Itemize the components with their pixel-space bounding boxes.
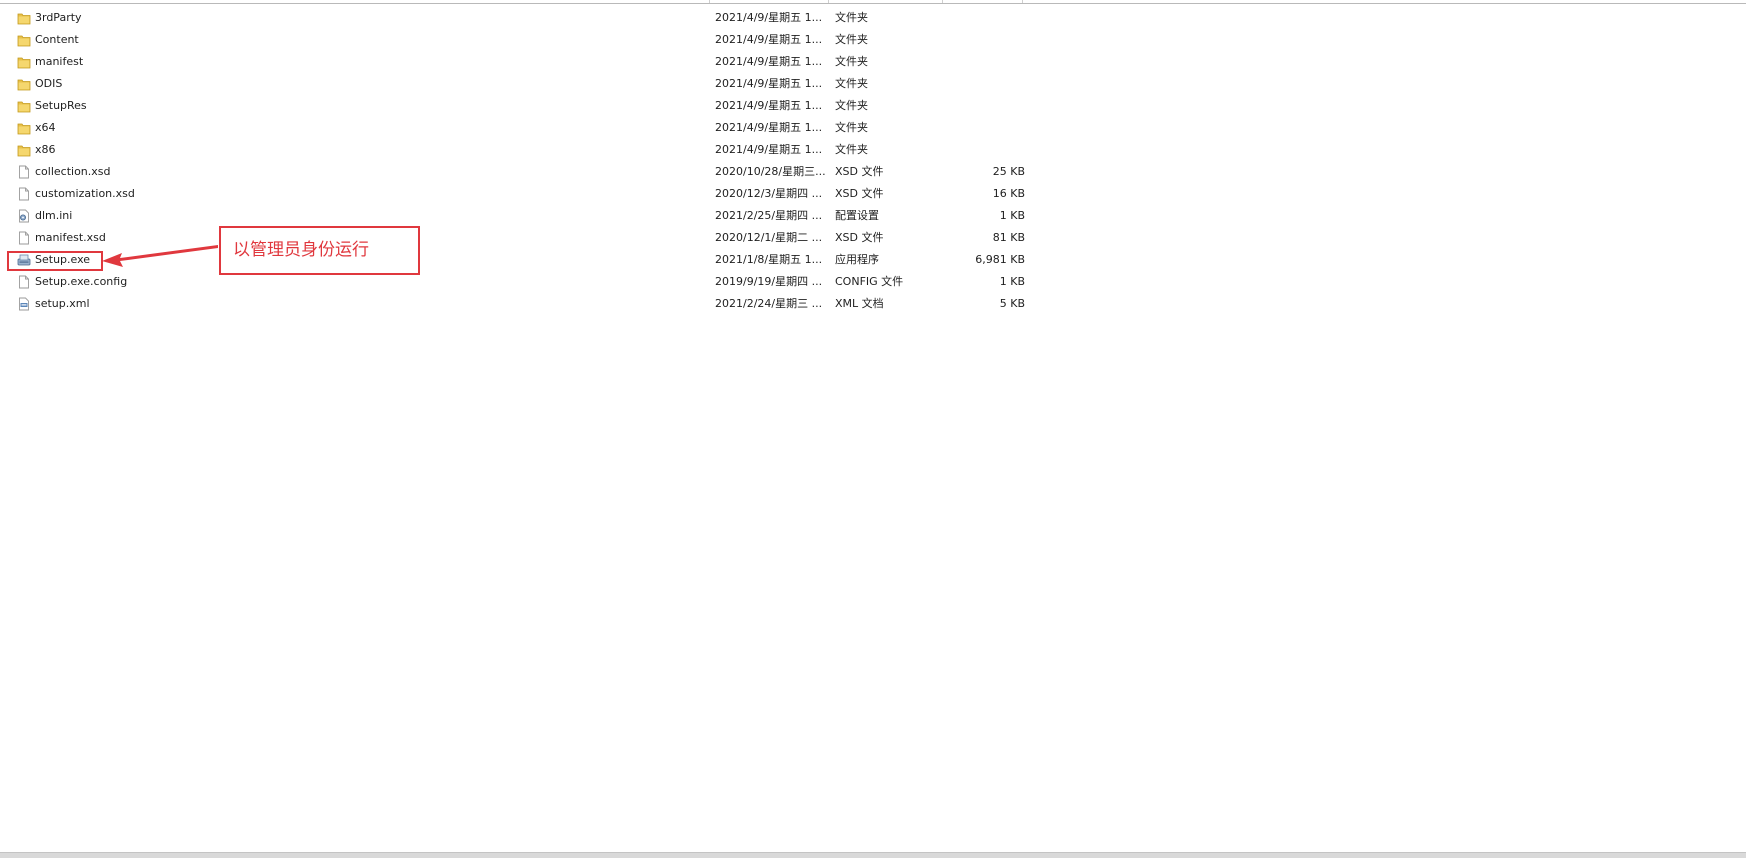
list-item[interactable]: manifest 2021/4/9/星期五 1... 文件夹 (0, 51, 1746, 73)
list-item[interactable]: dlm.ini 2021/2/25/星期四 ... 配置设置 1 KB (0, 205, 1746, 227)
annotation-arrow-icon (102, 245, 218, 267)
file-type: 文件夹 (835, 99, 868, 112)
annotation-callout: 以管理员身份运行 (219, 226, 420, 275)
file-date: 2021/4/9/星期五 1... (715, 143, 823, 156)
xml-file-icon (17, 293, 31, 315)
list-item[interactable]: customization.xsd 2020/12/3/星期四 ... XSD … (0, 183, 1746, 205)
list-item[interactable]: SetupRes 2021/4/9/星期五 1... 文件夹 (0, 95, 1746, 117)
list-item[interactable]: setup.xml 2021/2/24/星期三 ... XML 文档 5 KB (0, 293, 1746, 315)
file-size (940, 117, 1025, 139)
file-size (940, 95, 1025, 117)
file-size: 1 KB (999, 209, 1025, 222)
file-name: manifest (35, 55, 84, 68)
file-name: dlm.ini (35, 209, 73, 222)
file-type: XSD 文件 (835, 165, 884, 178)
file-size: 6,981 KB (975, 253, 1025, 266)
file-date: 2020/10/28/星期三... (715, 165, 825, 178)
file-name: customization.xsd (35, 187, 135, 200)
file-type: 文件夹 (835, 143, 868, 156)
file-type: 配置设置 (835, 209, 879, 222)
file-date: 2021/4/9/星期五 1... (715, 33, 823, 46)
file-type: 文件夹 (835, 11, 868, 24)
folder-icon (17, 51, 31, 73)
file-date: 2019/9/19/星期四 ... (715, 275, 823, 288)
file-type: 文件夹 (835, 121, 868, 134)
file-icon (17, 161, 31, 183)
file-icon (17, 227, 31, 249)
folder-icon (17, 139, 31, 161)
file-type: XSD 文件 (835, 187, 884, 200)
status-bar (0, 852, 1746, 858)
file-type: 应用程序 (835, 253, 879, 266)
file-size: 81 KB (992, 231, 1025, 244)
file-icon (17, 271, 31, 293)
list-item[interactable]: Content 2021/4/9/星期五 1... 文件夹 (0, 29, 1746, 51)
file-size (940, 29, 1025, 51)
column-divider[interactable] (828, 0, 829, 3)
file-date: 2021/4/9/星期五 1... (715, 11, 823, 24)
ini-settings-icon (17, 205, 31, 227)
list-item[interactable]: ODIS 2021/4/9/星期五 1... 文件夹 (0, 73, 1746, 95)
file-type: 文件夹 (835, 55, 868, 68)
column-divider[interactable] (942, 0, 943, 3)
folder-icon (17, 95, 31, 117)
file-date: 2021/4/9/星期五 1... (715, 99, 823, 112)
folder-icon (17, 29, 31, 51)
list-item[interactable]: x86 2021/4/9/星期五 1... 文件夹 (0, 139, 1746, 161)
file-size: 5 KB (999, 297, 1025, 310)
file-name: ODIS (35, 77, 63, 90)
file-name: x86 (35, 143, 56, 156)
folder-icon (17, 73, 31, 95)
file-type: XML 文档 (835, 297, 884, 310)
file-type: XSD 文件 (835, 231, 884, 244)
list-item[interactable]: x64 2021/4/9/星期五 1... 文件夹 (0, 117, 1746, 139)
list-item[interactable]: collection.xsd 2020/10/28/星期三... XSD 文件 … (0, 161, 1746, 183)
file-date: 2021/4/9/星期五 1... (715, 77, 823, 90)
folder-icon (17, 117, 31, 139)
file-size: 25 KB (992, 165, 1025, 178)
file-date: 2020/12/1/星期二 ... (715, 231, 823, 244)
file-type: 文件夹 (835, 33, 868, 46)
file-icon (17, 183, 31, 205)
file-name: setup.xml (35, 297, 90, 310)
file-date: 2021/2/24/星期三 ... (715, 297, 823, 310)
file-name: 3rdParty (35, 11, 82, 24)
file-name: SetupRes (35, 99, 87, 112)
file-name: Content (35, 33, 79, 46)
file-size: 1 KB (999, 275, 1025, 288)
annotation-text: 以管理员身份运行 (233, 240, 369, 260)
file-size (940, 73, 1025, 95)
file-type: CONFIG 文件 (835, 275, 904, 288)
folder-icon (17, 7, 31, 29)
file-date: 2021/4/9/星期五 1... (715, 121, 823, 134)
file-date: 2020/12/3/星期四 ... (715, 187, 823, 200)
file-name: collection.xsd (35, 165, 111, 178)
file-name: x64 (35, 121, 56, 134)
file-date: 2021/1/8/星期五 1... (715, 253, 823, 266)
column-header-strip (0, 0, 1746, 4)
file-type: 文件夹 (835, 77, 868, 90)
file-size: 16 KB (992, 187, 1025, 200)
column-divider[interactable] (1022, 0, 1023, 3)
file-size (940, 139, 1025, 161)
file-size (940, 7, 1025, 29)
setup-exe-highlight (7, 251, 103, 271)
file-size (940, 51, 1025, 73)
column-divider[interactable] (709, 0, 710, 3)
file-date: 2021/2/25/星期四 ... (715, 209, 823, 222)
list-item[interactable]: 3rdParty 2021/4/9/星期五 1... 文件夹 (0, 7, 1746, 29)
file-date: 2021/4/9/星期五 1... (715, 55, 823, 68)
